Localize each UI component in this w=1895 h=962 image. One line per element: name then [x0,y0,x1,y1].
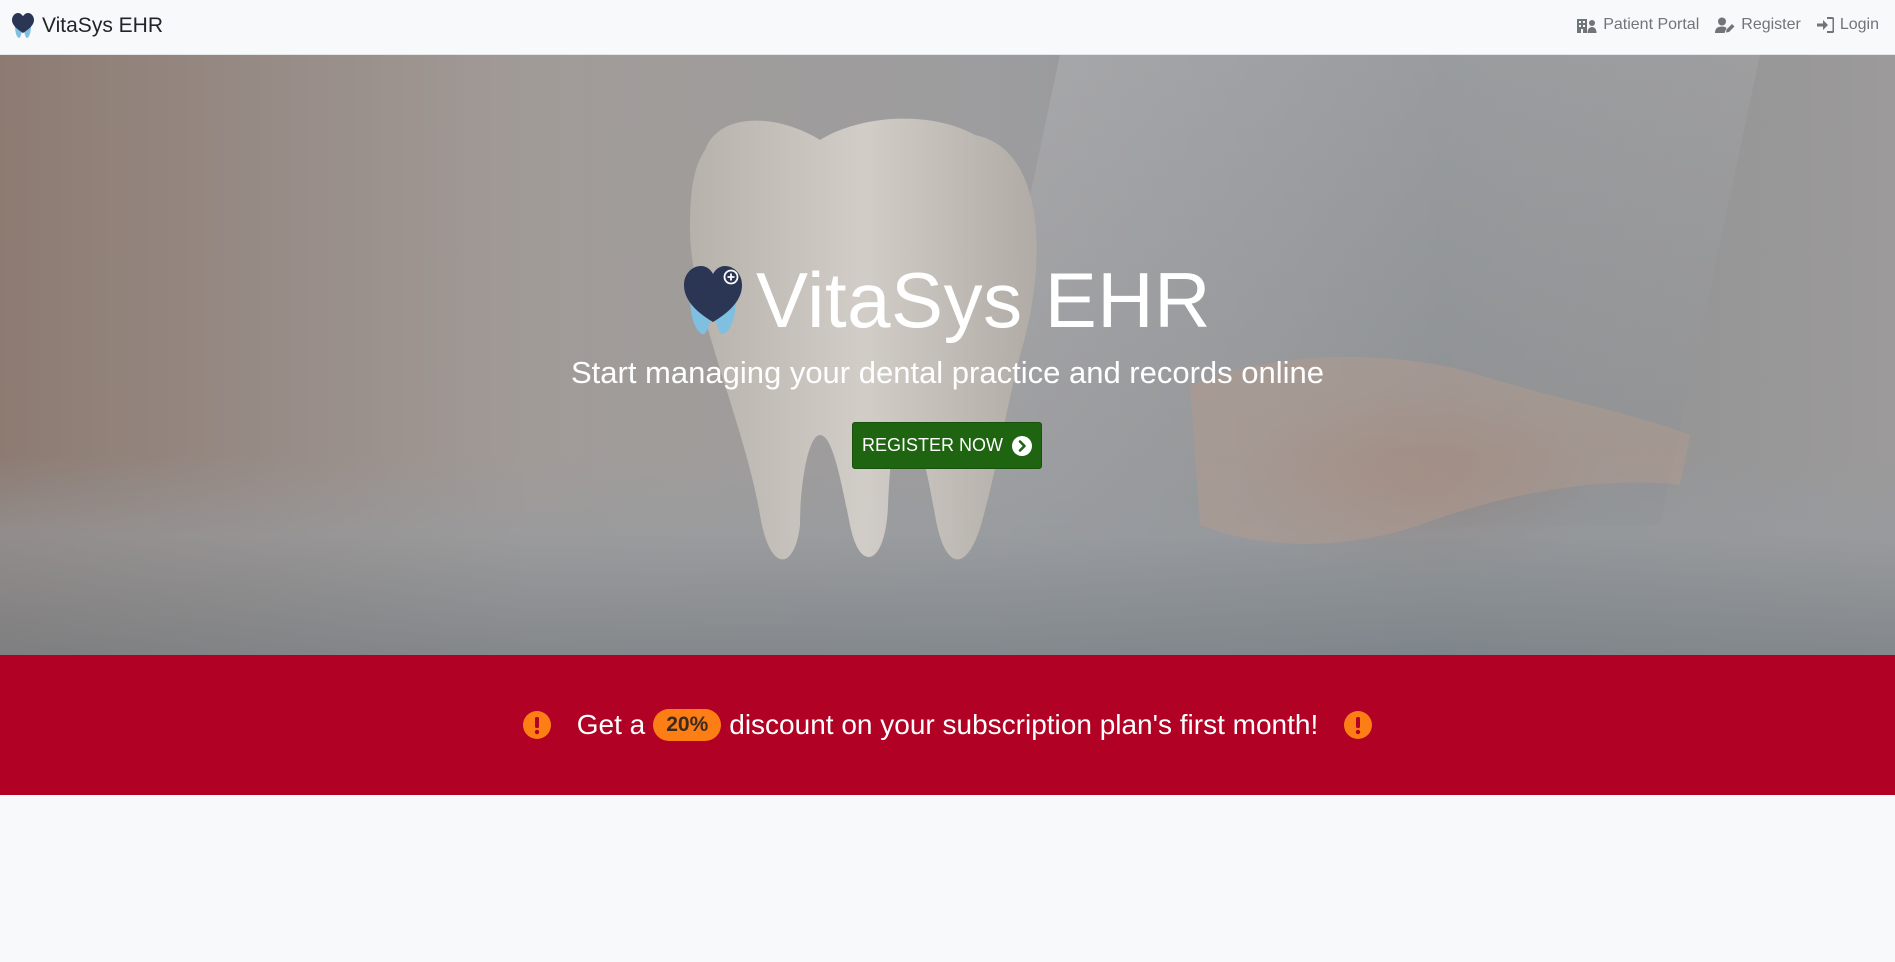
hero-title-row: VitaSys EHR [0,255,1895,346]
exclamation-circle-icon [1344,711,1373,739]
hero-title: VitaSys EHR [756,256,1211,344]
exclamation-circle-icon [522,711,551,739]
discount-badge: 20% [653,709,722,741]
hero-section: VitaSys EHR Start managing your dental p… [0,55,1895,655]
nav-patient-portal[interactable]: Patient Portal [1577,16,1699,34]
user-edit-icon [1715,17,1735,33]
register-now-label: REGISTER NOW [861,435,1003,455]
top-navbar: VitaSys EHR Patient Portal Register Logi… [0,0,1895,55]
hero-subtitle: Start managing your dental practice and … [570,355,1325,390]
promo-banner: Get a 20% discount on your subscription … [0,655,1895,795]
brand-name: VitaSys EHR [42,14,163,37]
brand-link[interactable]: VitaSys EHR [12,13,163,39]
hero-content: VitaSys EHR Start managing your dental p… [0,55,1895,655]
register-now-button[interactable]: REGISTER NOW [852,422,1042,469]
promo-text-before: Get a [576,709,646,740]
nav-login[interactable]: Login [1816,16,1879,34]
hospital-user-icon [1577,19,1597,33]
heart-tooth-logo-icon [684,265,743,334]
sign-in-icon [1816,17,1834,33]
promo-text-after: discount on your subscription plan's fir… [729,709,1319,740]
chevron-circle-right-icon [1012,435,1032,456]
heart-tooth-logo-icon [12,13,34,38]
nav-patient-portal-label: Patient Portal [1603,16,1700,33]
nav-register[interactable]: Register [1715,16,1801,34]
nav-login-label: Login [1839,16,1879,33]
nav-register-label: Register [1741,16,1801,33]
nav-links: Patient Portal Register Login [1577,16,1879,34]
promo-row: Get a 20% discount on your subscription … [522,709,1373,741]
